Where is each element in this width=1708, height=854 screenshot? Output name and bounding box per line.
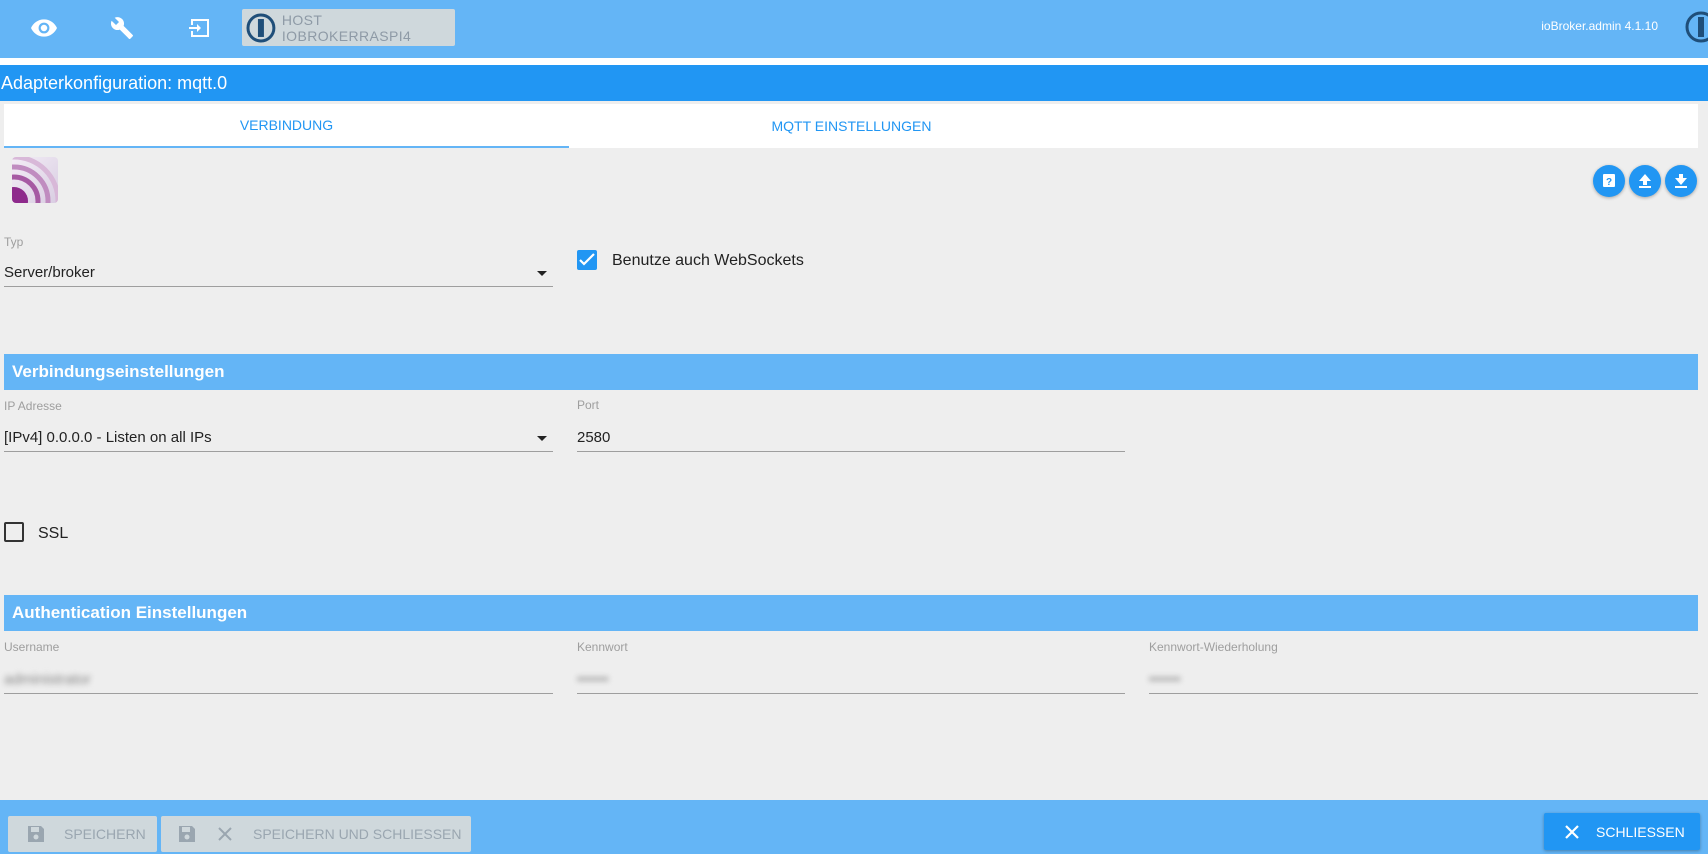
host-label: HOST IOBROKERRASPI4 <box>281 11 412 44</box>
version-label: ioBroker.admin 4.1.10 <box>1541 19 1658 33</box>
ssl-checkbox[interactable] <box>4 522 24 542</box>
typ-value: Server/broker <box>4 264 95 281</box>
footer-bar: SPEICHERN SPEICHERN UND SCHLIESSEN SCHLI… <box>0 800 1708 854</box>
mqtt-adapter-logo <box>12 157 58 203</box>
host-selector-button[interactable]: HOST IOBROKERRASPI4 <box>242 9 455 46</box>
ip-address-select[interactable]: [IPv4] 0.0.0.0 - Listen on all IPs <box>4 424 553 452</box>
password-input[interactable]: •••••• <box>577 666 1125 694</box>
top-toolbar: HOST IOBROKERRASPI4 ioBroker.admin 4.1.1… <box>0 0 1708 58</box>
help-icon: ? <box>1603 174 1615 188</box>
username-input[interactable]: administrator <box>4 666 553 694</box>
tab-mqtt-einstellungen[interactable]: MQTT EINSTELLUNGEN <box>569 104 1134 148</box>
save-button-label: SPEICHERN <box>64 826 146 842</box>
auth-section-header: Authentication Einstellungen <box>4 595 1698 631</box>
iobroker-logo-icon <box>246 13 276 42</box>
close-button-label: SCHLIESSEN <box>1596 823 1685 840</box>
upload-icon <box>1639 174 1651 188</box>
upload-config-button[interactable] <box>1629 165 1661 197</box>
dropdown-arrow-icon <box>537 271 547 276</box>
ssl-label: SSL <box>38 525 69 542</box>
password-repeat-value: •••••• <box>1149 671 1181 688</box>
tab-bar: VERBINDUNG MQTT EINSTELLUNGEN <box>4 104 1698 148</box>
download-config-button[interactable] <box>1665 165 1697 197</box>
password-value: •••••• <box>577 671 609 688</box>
page-title-bar: Adapterkonfiguration: mqtt.0 <box>0 65 1708 101</box>
tab-verbindung[interactable]: VERBINDUNG <box>4 104 569 148</box>
wrench-icon[interactable] <box>102 10 142 46</box>
username-value: administrator <box>4 671 91 688</box>
auth-section-title: Authentication Einstellungen <box>12 603 248 622</box>
iobroker-logo-icon <box>1685 11 1708 43</box>
websockets-label: Benutze auch WebSockets <box>612 252 804 269</box>
port-input[interactable]: 2580 <box>577 424 1125 452</box>
password-label: Kennwort <box>577 640 628 654</box>
save-and-close-button[interactable]: SPEICHERN UND SCHLIESSEN <box>161 816 471 852</box>
ip-address-label: IP Adresse <box>4 399 62 413</box>
websockets-checkbox[interactable] <box>577 250 597 270</box>
toolbar-divider <box>0 58 1708 65</box>
save-icon <box>179 826 195 842</box>
port-value: 2580 <box>577 429 611 446</box>
help-button[interactable]: ? <box>1593 165 1625 197</box>
ip-address-value: [IPv4] 0.0.0.0 - Listen on all IPs <box>4 429 212 446</box>
connection-section-title: Verbindungseinstellungen <box>12 362 225 381</box>
password-repeat-label: Kennwort-Wiederholung <box>1149 640 1278 654</box>
close-icon <box>1565 824 1579 839</box>
dropdown-arrow-icon <box>537 436 547 441</box>
close-icon <box>218 827 232 841</box>
close-button[interactable]: SCHLIESSEN <box>1544 813 1700 850</box>
download-icon <box>1675 174 1687 188</box>
save-and-close-label: SPEICHERN UND SCHLIESSEN <box>253 826 462 842</box>
logout-icon[interactable] <box>180 10 220 46</box>
svg-text:?: ? <box>1606 177 1612 188</box>
password-repeat-input[interactable]: •••••• <box>1149 666 1698 694</box>
username-label: Username <box>4 640 60 654</box>
save-icon <box>28 826 44 842</box>
port-label: Port <box>577 398 600 412</box>
save-button[interactable]: SPEICHERN <box>8 816 157 852</box>
typ-select[interactable]: Server/broker <box>4 259 553 287</box>
checkmark-icon <box>579 253 595 266</box>
page-title: Adapterkonfiguration: mqtt.0 <box>1 73 228 93</box>
connection-section-header: Verbindungseinstellungen <box>4 354 1698 390</box>
typ-label: Typ <box>4 235 24 249</box>
eye-icon[interactable] <box>24 10 64 46</box>
